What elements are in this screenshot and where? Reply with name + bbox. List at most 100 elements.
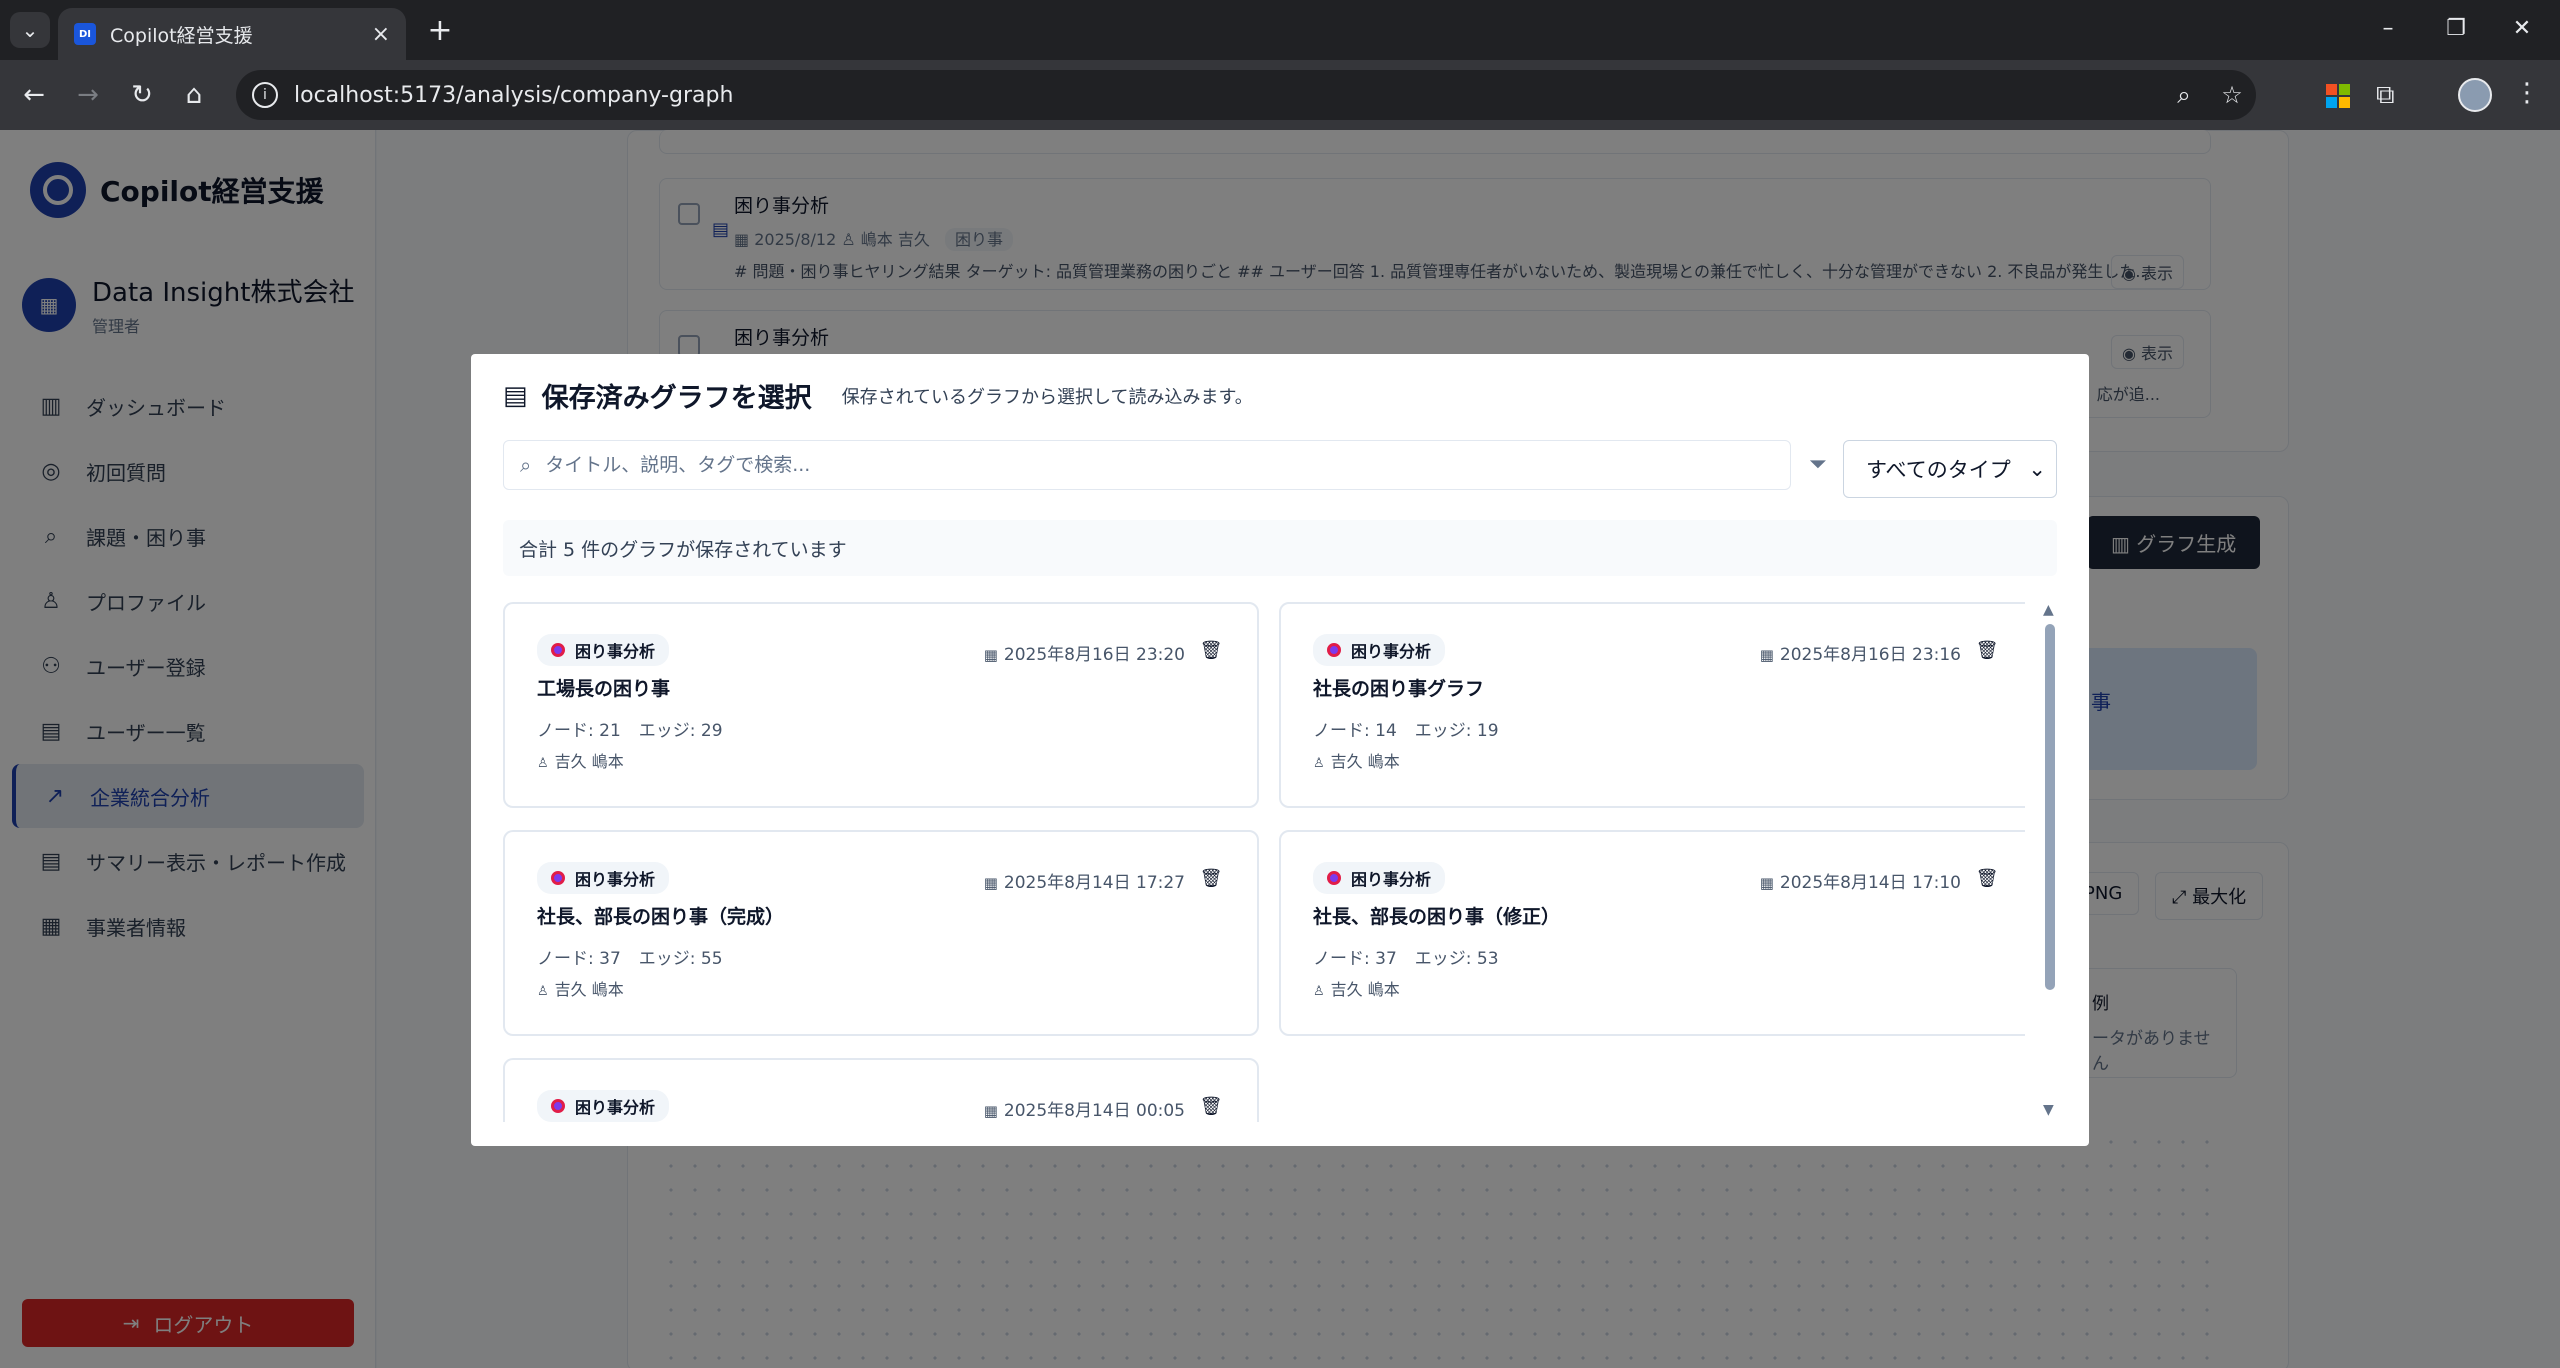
card-author: ♙ 吉久 嶋本 [1313,748,1400,772]
card-title: 社長、部長の困り事（完成） [537,906,785,928]
graph-card[interactable]: 困り事分析 ▦ 2025年8月14日 17:27 🗑 社長、部長の困り事（完成） … [503,830,1259,1036]
trash-icon[interactable]: 🗑 [1971,634,2003,666]
author-name: 吉久 嶋本 [1330,752,1400,771]
card-title: 社長の困り事グラフ [1313,678,1485,700]
graph-card-list[interactable]: 困り事分析 ▦ 2025年8月16日 23:20 🗑 工場長の困り事 ノード: 2… [503,602,2025,1122]
dialog-title: 保存済みグラフを選択 [541,383,812,414]
address-bar[interactable]: i localhost:5173/analysis/company-graph … [236,70,2256,120]
dialog-header: ▤ 保存済みグラフを選択 保存されているグラフから選択して読み込みます。 [503,376,1253,415]
reload-icon[interactable]: ↻ [122,75,162,115]
graph-card[interactable]: 困り事分析 ▦ 2025年8月14日 00:05 🗑 [503,1058,1259,1122]
user-icon: ♙ [537,984,549,999]
date-text: 2025年8月16日 23:16 [1779,645,1961,665]
card-stats: ノード: 37 エッジ: 53 [1313,944,1499,969]
card-author: ♙ 吉久 嶋本 [537,976,624,1000]
card-stats: ノード: 37 エッジ: 55 [537,944,723,969]
date-text: 2025年8月14日 17:27 [1003,873,1185,893]
extensions-icon[interactable]: ⧉ [2376,80,2395,111]
calendar-icon: ▦ [1759,874,1774,892]
scrollbar-thumb[interactable] [2045,624,2055,990]
filter-icon: ⏷ [1809,452,1827,477]
type-filter-select[interactable]: すべてのタイプ ⌄ [1843,440,2057,498]
calendar-icon: ▦ [983,874,998,892]
type-badge: 困り事分析 [1313,862,1446,894]
card-author: ♙ 吉久 嶋本 [1313,976,1400,1000]
date-text: 2025年8月16日 23:20 [1003,645,1185,665]
node-count: ノード: 37 [537,949,621,969]
type-badge: 困り事分析 [537,634,670,666]
window-close-icon[interactable]: ✕ [2494,8,2550,48]
target-icon [1327,643,1341,657]
card-title: 社長、部長の困り事（修正） [1313,906,1561,928]
close-icon[interactable]: × [372,22,390,47]
search-icon: ⌕ [520,453,532,477]
graph-count: 合計 5 件のグラフが保存されています [503,520,2057,576]
scroll-down-icon[interactable]: ▼ [2043,1102,2054,1118]
restore-icon[interactable]: ❐ [2428,8,2484,48]
card-date: ▦ 2025年8月16日 23:16 [1760,640,1961,665]
card-date: ▦ 2025年8月14日 00:05 [984,1096,1185,1121]
user-icon: ♙ [537,756,549,771]
card-date: ▦ 2025年8月16日 23:20 [984,640,1185,665]
card-date: ▦ 2025年8月14日 17:10 [1760,868,1961,893]
target-icon [551,643,565,657]
card-list-scrollbar[interactable]: ▲ ▼ [2039,602,2061,1122]
user-icon: ♙ [1313,756,1325,771]
home-icon[interactable]: ⌂ [174,75,214,115]
profile-avatar[interactable] [2458,78,2492,112]
date-text: 2025年8月14日 00:05 [1003,1101,1185,1121]
tab-title: Copilot経営支援 [110,24,253,47]
browser-menu-icon[interactable]: ⋮ [2514,78,2540,108]
document-icon: ▤ [503,380,528,411]
badge-label: 困り事分析 [575,642,656,661]
zoom-icon[interactable]: ⌕ [2160,81,2208,109]
type-badge: 困り事分析 [537,1090,670,1122]
card-date: ▦ 2025年8月14日 17:27 [984,868,1185,893]
trash-icon[interactable]: 🗑 [1195,1090,1227,1122]
bookmark-star-icon[interactable]: ☆ [2208,81,2256,109]
new-tab-button[interactable]: + [420,10,460,50]
trash-icon[interactable]: 🗑 [1195,862,1227,894]
card-stats: ノード: 14 エッジ: 19 [1313,716,1499,741]
edge-count: エッジ: 29 [638,721,723,741]
author-name: 吉久 嶋本 [1330,980,1400,999]
trash-icon[interactable]: 🗑 [1971,862,2003,894]
target-icon [551,871,565,885]
edge-count: エッジ: 55 [638,949,723,969]
type-badge: 困り事分析 [1313,634,1446,666]
graph-card[interactable]: 困り事分析 ▦ 2025年8月14日 17:10 🗑 社長、部長の困り事（修正） … [1279,830,2025,1036]
card-title: 工場長の困り事 [537,678,671,700]
forward-icon[interactable]: → [68,75,108,115]
url-text[interactable]: localhost:5173/analysis/company-graph [294,83,2160,108]
edge-count: エッジ: 53 [1414,949,1499,969]
node-count: ノード: 21 [537,721,621,741]
badge-label: 困り事分析 [575,1098,656,1117]
target-icon [1327,871,1341,885]
search-field[interactable]: ⌕ [503,440,1791,490]
browser-toolbar: ← → ↻ ⌂ i localhost:5173/analysis/compan… [0,60,2560,130]
author-name: 吉久 嶋本 [554,752,624,771]
type-badge: 困り事分析 [537,862,670,894]
browser-tab[interactable]: DI Copilot経営支援 × [58,8,406,60]
browser-tab-bar: ⌄ DI Copilot経営支援 × + – ❐ ✕ [0,0,2560,60]
card-author: ♙ 吉久 嶋本 [537,748,624,772]
search-input[interactable] [545,454,1790,476]
calendar-icon: ▦ [1759,646,1774,664]
microsoft-extension-icon[interactable] [2326,84,2350,108]
tab-search-button[interactable]: ⌄ [10,12,50,48]
node-count: ノード: 37 [1313,949,1397,969]
scroll-up-icon[interactable]: ▲ [2043,602,2054,618]
type-filter-value: すべてのタイプ [1866,458,2011,482]
edge-count: エッジ: 19 [1414,721,1499,741]
target-icon [551,1099,565,1113]
card-stats: ノード: 21 エッジ: 29 [537,716,723,741]
minimize-icon[interactable]: – [2360,8,2416,48]
badge-label: 困り事分析 [1351,642,1432,661]
site-info-icon[interactable]: i [252,82,278,108]
back-icon[interactable]: ← [14,75,54,115]
trash-icon[interactable]: 🗑 [1195,634,1227,666]
graph-card[interactable]: 困り事分析 ▦ 2025年8月16日 23:16 🗑 社長の困り事グラフ ノード:… [1279,602,2025,808]
graph-card[interactable]: 困り事分析 ▦ 2025年8月16日 23:20 🗑 工場長の困り事 ノード: 2… [503,602,1259,808]
calendar-icon: ▦ [983,1102,998,1120]
user-icon: ♙ [1313,984,1325,999]
